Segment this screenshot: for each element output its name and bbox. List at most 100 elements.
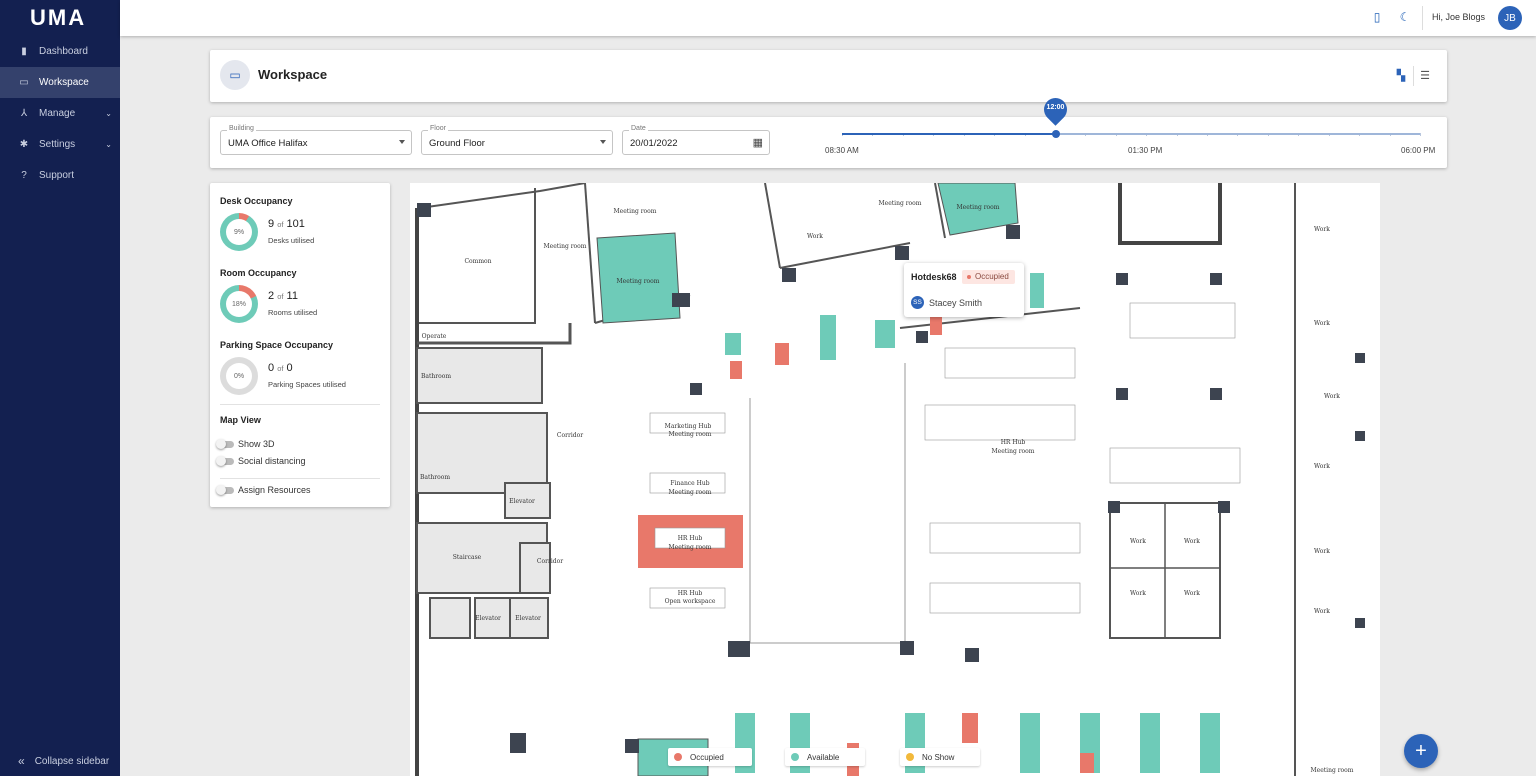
tooltip-person-name: Stacey Smith — [929, 298, 983, 308]
room-subtitle: Rooms utilised — [268, 308, 318, 317]
dropdown-arrow-icon — [399, 140, 405, 144]
desk-tooltip: Hotdesk68 Occupied SS Stacey Smith — [904, 263, 1024, 317]
sidebar-item-workspace[interactable]: ▭ Workspace — [0, 67, 120, 98]
collapse-sidebar-button[interactable]: « Collapse sidebar — [0, 746, 120, 776]
occupancy-stats-card: Desk Occupancy 9% 9 of 101 Desks utilise… — [210, 183, 390, 507]
desk-percent: 9% — [226, 219, 252, 245]
avatar[interactable]: JB — [1498, 6, 1522, 30]
gear-icon: ✱ — [19, 139, 29, 150]
map-label-bathroom: Bathroom — [421, 373, 451, 380]
date-value: 20/01/2022 — [630, 138, 678, 149]
map-label-bathroom: Bathroom — [420, 474, 450, 481]
map-label-common: Common — [464, 258, 491, 265]
floor-plan-map[interactable]: Meeting room Meeting room Meeting room M… — [410, 183, 1380, 776]
map-label-meeting-room: Meeting room — [879, 200, 922, 207]
legend-label: No Show — [922, 752, 955, 762]
map-label-work: Work — [1130, 590, 1146, 597]
map-view-icon[interactable]: ▚ — [1394, 69, 1408, 83]
sidebar: UMA ▮ Dashboard ▭ Workspace ⅄ Manage ⌄ ✱… — [0, 0, 120, 776]
map-label-meeting-room: Meeting room — [1311, 767, 1354, 774]
parking-total: 0 — [286, 362, 293, 374]
date-picker[interactable]: Date 20/01/2022 ▦ — [622, 125, 770, 155]
desk-value: 9 — [268, 218, 275, 230]
map-label-operate: Operate — [422, 333, 447, 340]
map-label-meeting-room: Meeting room — [669, 431, 712, 438]
map-label-corridor: Corridor — [557, 432, 583, 439]
list-view-icon[interactable]: ☰ — [1418, 69, 1432, 83]
map-label-meeting-room: Meeting room — [669, 544, 712, 551]
map-label-staircase: Staircase — [453, 554, 482, 561]
map-label-marketing-hub: Marketing Hub — [665, 423, 712, 430]
calendar-icon[interactable]: ▦ — [753, 136, 763, 149]
assign-resources-toggle[interactable]: Assign Resources — [216, 484, 311, 495]
map-label-work: Work — [1130, 538, 1146, 545]
sidebar-item-dashboard[interactable]: ▮ Dashboard — [0, 36, 120, 67]
dark-mode-icon[interactable]: ☾ — [1398, 10, 1412, 24]
map-label-work: Work — [1184, 538, 1200, 545]
map-label-work: Work — [1314, 320, 1330, 327]
status-badge: Occupied — [962, 270, 1015, 284]
toggle-switch[interactable] — [216, 455, 234, 466]
document-icon[interactable]: ▯ — [1370, 10, 1384, 24]
sidebar-item-label: Manage — [39, 108, 76, 119]
sidebar-item-manage[interactable]: ⅄ Manage ⌄ — [0, 98, 120, 129]
tooltip-desk-name: Hotdesk68 — [911, 272, 957, 282]
map-label-open-workspace: Open workspace — [665, 598, 716, 605]
parking-value: 0 — [268, 362, 275, 374]
room-occupancy-donut: 18% — [220, 285, 258, 323]
parking-occupancy-title: Parking Space Occupancy — [220, 340, 334, 350]
sidebar-item-settings[interactable]: ✱ Settings ⌄ — [0, 129, 120, 160]
map-label-meeting-room: Meeting room — [614, 208, 657, 215]
map-label-finance-hub: Finance Hub — [670, 480, 709, 487]
map-label-meeting-room: Meeting room — [957, 204, 1000, 211]
floor-select[interactable]: Floor Ground Floor — [421, 125, 613, 155]
floor-plan-svg[interactable]: Meeting room Meeting room Meeting room M… — [410, 183, 1380, 776]
desk-total: 101 — [286, 218, 305, 230]
no-show-dot-icon — [906, 753, 914, 761]
date-label: Date — [629, 125, 648, 132]
map-label-meeting-room: Meeting room — [992, 448, 1035, 455]
divider — [220, 478, 380, 479]
available-dot-icon — [791, 753, 799, 761]
map-label-hr-hub: HR Hub — [678, 535, 703, 542]
plus-icon: + — [1415, 739, 1427, 762]
timeline-start-label: 08:30 AM — [825, 146, 859, 155]
show-3d-toggle[interactable]: Show 3D — [216, 438, 275, 449]
timeline-mid-label: 01:30 PM — [1128, 146, 1163, 155]
floor-value: Ground Floor — [429, 138, 485, 149]
timeline-fill — [842, 133, 1056, 135]
map-label-meeting-room: Meeting room — [544, 243, 587, 250]
timeline-thumb[interactable] — [1052, 130, 1060, 138]
legend-label: Available — [807, 752, 840, 762]
building-select[interactable]: Building UMA Office Halifax — [220, 125, 412, 155]
desk-count: 9 of 101 — [268, 218, 305, 230]
parking-percent: 0% — [226, 363, 252, 389]
building-value: UMA Office Halifax — [228, 138, 308, 149]
toggle-switch[interactable] — [216, 484, 234, 495]
desk-occupancy-donut: 9% — [220, 213, 258, 251]
add-button[interactable]: + — [1404, 734, 1438, 768]
sidebar-item-label: Workspace — [39, 77, 89, 88]
room-total: 11 — [286, 290, 298, 302]
sidebar-item-support[interactable]: ? Support — [0, 160, 120, 191]
filter-card: Building UMA Office Halifax Floor Ground… — [210, 117, 1447, 168]
timeline-tick — [1420, 133, 1421, 136]
building-label: Building — [227, 125, 256, 132]
uma-logo: UMA — [30, 5, 87, 30]
org-chart-icon: ⅄ — [20, 108, 28, 119]
social-distancing-toggle[interactable]: Social distancing — [216, 455, 306, 466]
room-count: 2 of 11 — [268, 290, 298, 302]
occupied-dot-icon — [674, 753, 682, 761]
map-label-work: Work — [1314, 226, 1330, 233]
map-label-elevator: Elevator — [515, 615, 541, 622]
floor-label: Floor — [428, 125, 448, 132]
header-divider — [1413, 66, 1414, 86]
timeline-end-label: 06:00 PM — [1401, 146, 1436, 155]
sidebar-item-label: Support — [39, 170, 75, 181]
of-text: of — [277, 220, 284, 229]
parking-subtitle: Parking Spaces utilised — [268, 380, 346, 389]
toggle-label: Assign Resources — [238, 485, 311, 495]
toggle-switch[interactable] — [216, 438, 234, 449]
parking-occupancy-donut: 0% — [220, 357, 258, 395]
map-label-elevator: Elevator — [475, 615, 501, 622]
